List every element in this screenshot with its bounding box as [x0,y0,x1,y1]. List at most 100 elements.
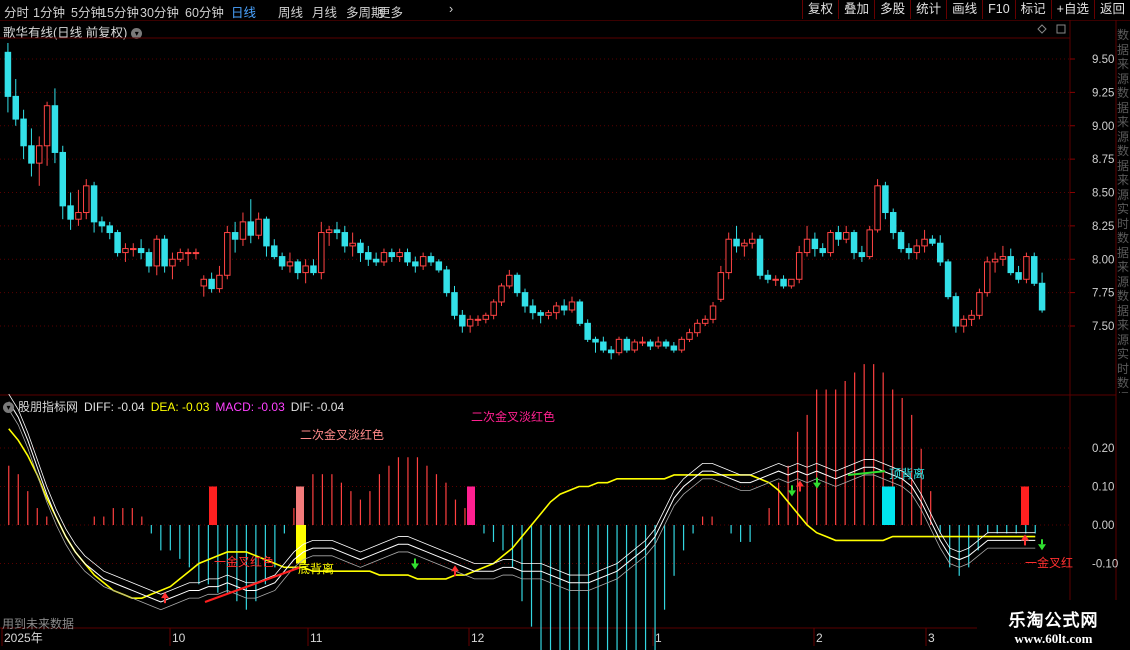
candle-body [662,341,670,347]
candle-body [75,212,82,220]
candle-body [239,221,247,240]
candle-body [521,292,529,307]
candle-body [889,212,897,234]
candle-body [36,145,43,164]
candle-body [882,185,889,214]
date-label: 3 [928,631,935,645]
candle-body [67,205,74,220]
candle-body [553,305,560,314]
macd-axis-label: 0.20 [1092,443,1114,455]
candle-body [4,51,12,97]
candle-body [294,261,302,274]
candle-body [748,238,756,244]
date-label: 12 [471,631,485,645]
price-axis-label: 8.75 [1092,154,1114,166]
candle-body [365,252,372,260]
candle-body [513,274,521,294]
down-arrow-icon [788,490,796,497]
chevron-down-icon[interactable]: ▾ [3,402,14,413]
watermark-title: 乐淘公式网 [1008,611,1099,630]
up-arrow-icon [1021,534,1029,541]
candle-body [388,252,396,258]
candle-body [654,341,662,347]
candle-body [333,229,341,234]
candle-body [231,232,239,240]
candle-body [169,258,176,267]
candle-body [717,272,725,300]
side-panel-text: 数据来源数据来源数据来源实时数据来源数据来源实时数据来源板块资金流向 [1117,28,1130,393]
candle-body [1023,256,1030,280]
price-axis-label: 9.00 [1092,121,1114,133]
candle-body [788,278,795,287]
candle-body [404,252,411,263]
candle-body [474,318,482,321]
candle-body [968,314,975,320]
candle-body [795,252,803,280]
down-arrow-icon [1038,544,1046,551]
down-arrow-icon [411,563,419,570]
candle-body [874,185,881,231]
candle-body [114,232,121,254]
candle-body [913,245,920,254]
future-data-label: 用到未来数据 [2,617,75,631]
price-axis-label: 8.25 [1092,221,1114,233]
candle-body [224,232,231,276]
watermark: 乐淘公式网 www.60lt.com [977,600,1130,650]
candle-body [357,242,364,254]
candle-body [192,252,200,255]
candle-body [325,229,333,234]
candle-body [177,252,184,260]
price-axis-label: 7.50 [1092,321,1114,333]
candle-body [584,322,591,340]
candle-body [310,265,317,274]
date-label: 2025年 [4,631,43,645]
candle-body [318,232,325,274]
candle-body [490,301,497,316]
candle-body [380,252,388,263]
candle-body [20,118,27,147]
candle-body [145,252,153,267]
second-cross-label-faded: 二次金叉淡红色 [471,409,555,424]
candle-body [1031,256,1038,284]
candle-body [263,218,270,247]
candle-body [568,301,576,311]
candle-body [137,248,145,254]
candle-body [983,261,991,294]
candle-body [247,221,255,236]
candle-body [741,242,748,247]
candle-body [482,314,490,320]
candle-body [302,265,309,274]
candle-body [1038,282,1046,311]
macd-axis-label: 0.00 [1092,520,1114,532]
candle-body [803,238,811,254]
indicator-name: 股朋指标网 [18,400,79,414]
candle-body [976,292,983,316]
up-arrow-icon [451,565,459,572]
signal-block-yellow [296,525,306,564]
candle-body [419,256,427,267]
candle-body [130,248,137,251]
price-axis-label: 9.50 [1092,54,1114,66]
indicator-header: ▾ 股朋指标网 DIFF: -0.04 DEA: -0.03 MACD: -0.03 DI… [3,398,350,415]
price-axis-label: 8.50 [1092,188,1114,200]
candle-body [12,95,19,120]
top-divergence-label: 顶背离 [889,466,925,481]
candle-body [28,145,35,164]
candle-body [725,238,732,274]
candle-body [764,274,772,280]
candle-body [106,225,114,234]
candle-body [905,248,913,254]
candle-body [122,248,129,254]
candle-body [83,185,90,214]
candle-body [200,278,208,287]
signal-block [209,486,217,525]
price-axis-label: 8.00 [1092,254,1114,266]
candle-body [639,341,646,344]
diamond-icon [1037,24,1047,34]
candle-body [819,248,826,254]
candle-body [897,232,905,250]
up-arrow-icon [161,592,169,599]
candle-body [678,338,685,351]
candle-body [991,258,999,263]
candle-body [709,305,717,320]
